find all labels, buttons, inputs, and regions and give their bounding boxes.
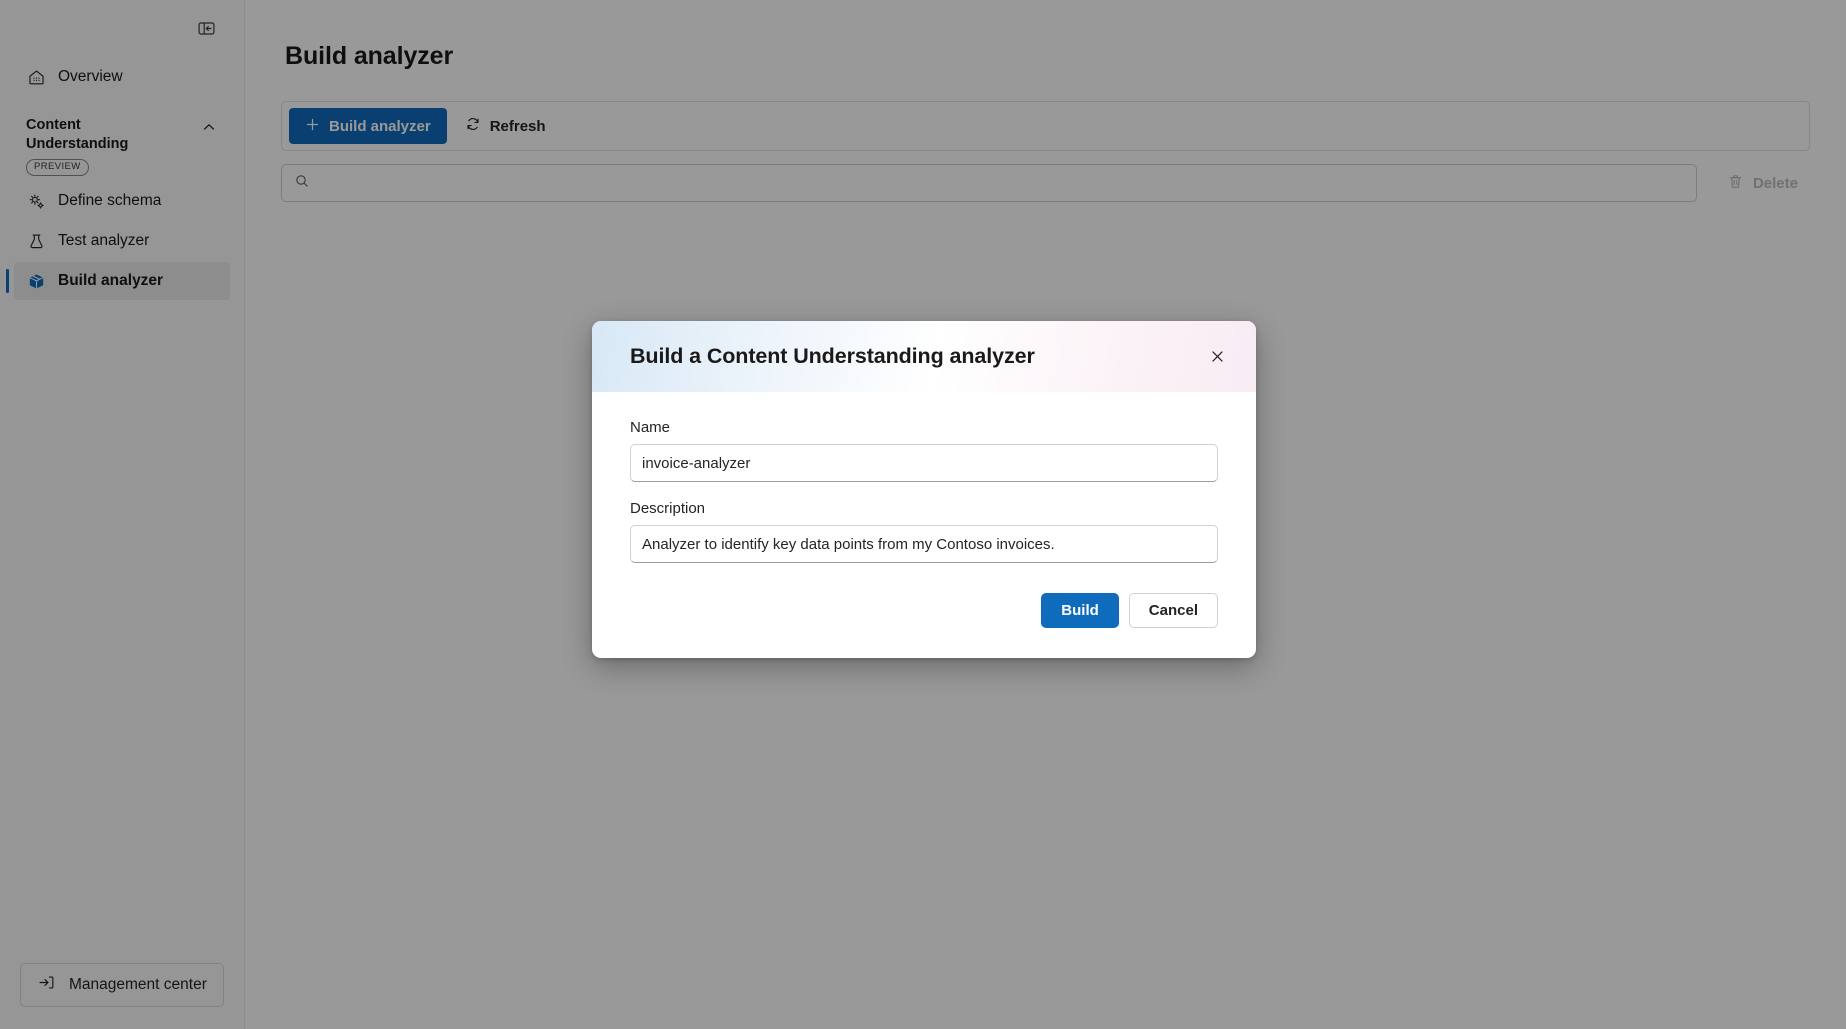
name-input[interactable] <box>630 444 1218 482</box>
app-root: Overview Content Understanding PREVIEW D… <box>0 0 1846 1029</box>
description-input[interactable] <box>630 525 1218 563</box>
dialog-body: Name Description <box>592 392 1256 563</box>
description-field-block: Description <box>630 500 1218 563</box>
dialog-footer: Build Cancel <box>592 581 1256 658</box>
dialog-build-button[interactable]: Build <box>1041 593 1119 628</box>
name-field-block: Name <box>630 419 1218 482</box>
build-analyzer-dialog: Build a Content Understanding analyzer N… <box>592 321 1256 658</box>
dialog-cancel-button[interactable]: Cancel <box>1128 593 1218 628</box>
name-field-label: Name <box>630 419 671 436</box>
dialog-title: Build a Content Understanding analyzer <box>630 344 1035 368</box>
close-icon[interactable] <box>1200 340 1234 374</box>
dialog-header: Build a Content Understanding analyzer <box>592 321 1256 392</box>
description-field-label: Description <box>630 500 706 517</box>
